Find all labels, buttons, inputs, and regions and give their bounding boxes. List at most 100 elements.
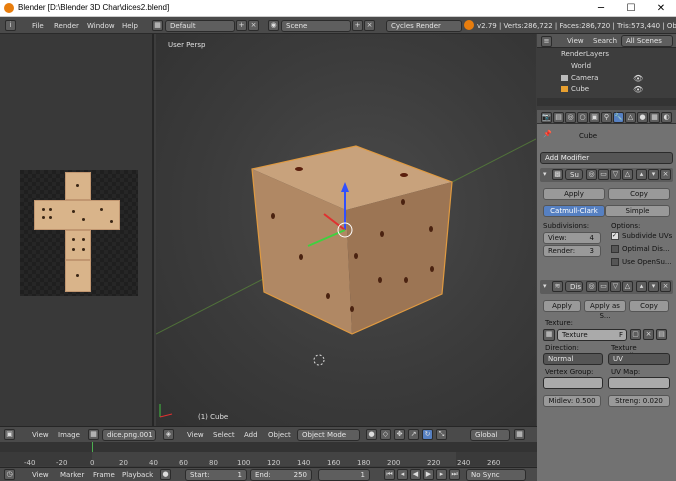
scene-selector[interactable]: Scene: [281, 20, 351, 32]
render-toggle-icon[interactable]: ◎: [586, 169, 597, 180]
displace-copy-button[interactable]: Copy: [629, 300, 669, 312]
maximize-button[interactable]: ☐: [616, 0, 646, 17]
menu-render[interactable]: Render: [54, 22, 79, 30]
displace-apply-as-button[interactable]: Apply as S...: [584, 300, 626, 320]
jump-end-icon[interactable]: ⏭: [449, 469, 460, 480]
cage-toggle-icon[interactable]: △: [622, 281, 633, 292]
displace-apply-button[interactable]: Apply: [543, 300, 581, 312]
texture-browse-icon[interactable]: ▦: [543, 329, 555, 341]
texture-settings-icon[interactable]: ▤: [656, 329, 667, 340]
render-toggle-icon[interactable]: ◎: [586, 281, 597, 292]
outliner-item-world[interactable]: World: [571, 62, 591, 70]
menu-file[interactable]: File: [32, 22, 44, 30]
move-up-icon[interactable]: ▴: [636, 169, 647, 180]
scale-icon[interactable]: ⤡: [436, 429, 447, 440]
pivot-icon[interactable]: ◇: [380, 429, 391, 440]
menu-window[interactable]: Window: [87, 22, 115, 30]
sync-mode-dropdown[interactable]: No Sync: [466, 469, 526, 481]
image-menu-image[interactable]: Image: [58, 431, 80, 439]
outliner-editor-icon[interactable]: ≡: [541, 36, 552, 47]
timeline-menu-playback[interactable]: Playback: [122, 471, 153, 479]
subsurf-apply-button[interactable]: Apply: [543, 188, 605, 200]
data-tab-icon[interactable]: △: [625, 112, 636, 123]
timeline-menu-marker[interactable]: Marker: [60, 471, 84, 479]
image-name-field[interactable]: dice.png.001: [102, 429, 156, 441]
unlink-texture-icon[interactable]: ×: [643, 329, 654, 340]
layers-tab-icon[interactable]: ▤: [553, 112, 564, 123]
catmull-clark-button[interactable]: Catmull-Clark: [543, 205, 605, 217]
material-tab-icon[interactable]: ●: [637, 112, 648, 123]
add-scene-icon[interactable]: +: [352, 20, 363, 31]
midlevel-field[interactable]: Midlev: 0.500: [543, 395, 601, 407]
view3d-menu-object[interactable]: Object: [268, 431, 291, 439]
remove-layout-icon[interactable]: ×: [248, 20, 259, 31]
outliner-item-renderlayers[interactable]: RenderLayers: [561, 50, 609, 58]
image-browse-icon[interactable]: ▦: [88, 429, 99, 440]
timeline-menu-view[interactable]: View: [32, 471, 49, 479]
simple-button[interactable]: Simple: [605, 205, 670, 217]
render-levels-field[interactable]: Render: 3: [543, 245, 601, 257]
viewport-toggle-icon[interactable]: ▭: [598, 169, 609, 180]
subsurf-copy-button[interactable]: Copy: [608, 188, 670, 200]
editmode-toggle-icon[interactable]: ▽: [610, 281, 621, 292]
vertex-group-field[interactable]: [543, 377, 603, 389]
move-up-icon[interactable]: ▴: [636, 281, 647, 292]
object-tab-icon[interactable]: ▣: [589, 112, 600, 123]
displace-name-field[interactable]: Dis: [565, 281, 583, 292]
layout-selector[interactable]: Default: [165, 20, 235, 32]
end-frame-field[interactable]: End: 250: [250, 469, 312, 481]
subdivide-uvs-checkbox[interactable]: ✓: [611, 232, 619, 240]
duplicate-texture-icon[interactable]: ▢: [630, 329, 641, 340]
play-reverse-icon[interactable]: ◀: [410, 469, 421, 480]
shading-icon[interactable]: ●: [366, 429, 377, 440]
3d-view-type-icon[interactable]: ◈: [163, 429, 174, 440]
rotate-icon[interactable]: ↻: [422, 429, 433, 440]
layers-icon[interactable]: ▦: [514, 429, 525, 440]
view-levels-field[interactable]: View: 4: [543, 232, 601, 244]
constraints-tab-icon[interactable]: ⚲: [601, 112, 612, 123]
orientation-dropdown[interactable]: Global: [470, 429, 510, 441]
timeline-menu-frame[interactable]: Frame: [93, 471, 115, 479]
current-frame-field[interactable]: 1: [318, 469, 370, 481]
timeline-editor-icon[interactable]: ◷: [4, 469, 15, 480]
prev-keyframe-icon[interactable]: ◂: [397, 469, 408, 480]
record-icon[interactable]: ●: [160, 469, 171, 480]
image-editor[interactable]: [0, 34, 154, 426]
remove-scene-icon[interactable]: ×: [364, 20, 375, 31]
view3d-menu-select[interactable]: Select: [213, 431, 235, 439]
render-engine-selector[interactable]: Cycles Render: [386, 20, 462, 32]
translate-icon[interactable]: ↗: [408, 429, 419, 440]
render-tab-icon[interactable]: 📷: [541, 112, 552, 123]
uv-map-field[interactable]: [608, 377, 670, 389]
outliner-tab-view[interactable]: View: [567, 37, 584, 45]
editor-type-icon[interactable]: i: [5, 20, 16, 31]
modifiers-tab-icon[interactable]: 🔧: [613, 112, 624, 123]
layout-icon[interactable]: ▦: [152, 20, 163, 31]
mode-dropdown[interactable]: Object Mode: [297, 429, 360, 441]
move-down-icon[interactable]: ▾: [648, 169, 659, 180]
collapse-icon[interactable]: ▾: [543, 282, 547, 290]
collapse-icon[interactable]: ▾: [543, 170, 547, 178]
view3d-menu-view[interactable]: View: [187, 431, 204, 439]
eye-icon[interactable]: 👁: [633, 74, 643, 83]
add-layout-icon[interactable]: +: [236, 20, 247, 31]
outliner-tab-search[interactable]: Search: [593, 37, 617, 45]
texture-tab-icon[interactable]: ▦: [649, 112, 660, 123]
scene-tab-icon[interactable]: ◎: [565, 112, 576, 123]
strength-field[interactable]: Streng: 0.020: [608, 395, 670, 407]
physics-tab-icon[interactable]: ◐: [661, 112, 672, 123]
cage-toggle-icon[interactable]: △: [622, 169, 633, 180]
editmode-toggle-icon[interactable]: ▽: [610, 169, 621, 180]
next-keyframe-icon[interactable]: ▸: [436, 469, 447, 480]
play-icon[interactable]: ▶: [423, 469, 434, 480]
jump-start-icon[interactable]: ⏮: [384, 469, 395, 480]
opensubdiv-checkbox[interactable]: [611, 258, 619, 266]
optimal-display-checkbox[interactable]: [611, 245, 619, 253]
texture-field[interactable]: Texture F: [557, 329, 627, 341]
3d-viewport[interactable]: User Persp (1) Cube: [156, 34, 536, 426]
view3d-menu-add[interactable]: Add: [244, 431, 258, 439]
texture-coordinates-dropdown[interactable]: UV: [608, 353, 670, 365]
move-down-icon[interactable]: ▾: [648, 281, 659, 292]
direction-dropdown[interactable]: Normal: [543, 353, 603, 365]
viewport-toggle-icon[interactable]: ▭: [598, 281, 609, 292]
